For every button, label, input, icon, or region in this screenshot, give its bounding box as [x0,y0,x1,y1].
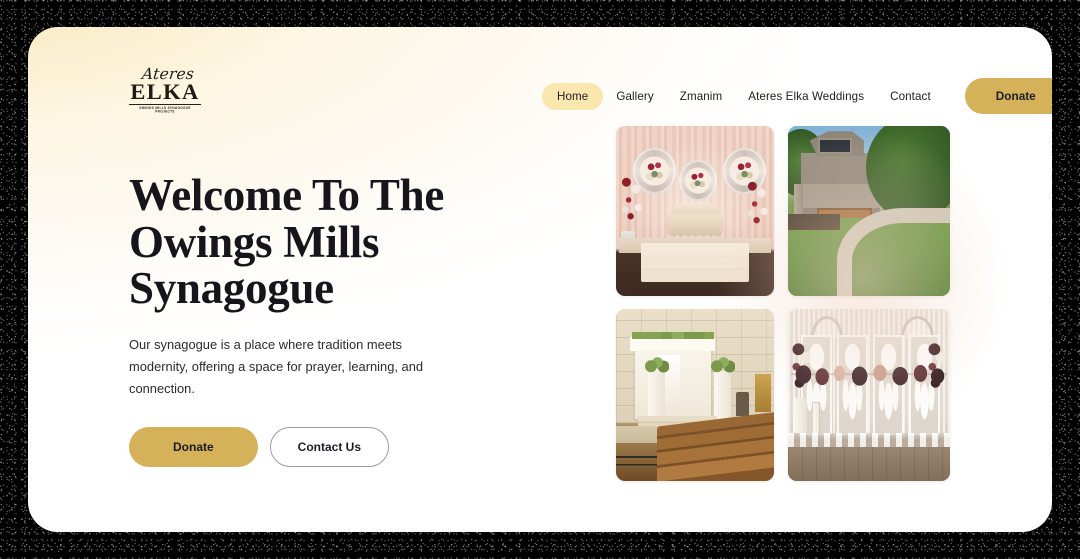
amud-lectern [755,374,771,413]
gallery-image-wedding-stage[interactable] [616,126,774,296]
device-frame: Ateres ELKA OWINGS MILLS SYNAGOGUE PROJE… [0,0,1080,559]
main-navigation: Home Gallery Zmanim Ateres Elka Weddings… [542,78,1052,114]
logo-wordmark: ELKA [130,78,200,104]
nav-donate-button[interactable]: Donate [964,78,1052,114]
kallah-sofa [668,203,722,234]
hero-donate-button[interactable]: Donate [129,427,258,468]
website-page: Ateres ELKA OWINGS MILLS SYNAGOGUE PROJE… [28,27,1052,532]
white-pillar [812,401,821,437]
gallery-image-synagogue-exterior[interactable] [788,126,950,296]
gable-window [818,137,852,155]
floral-garland [791,360,947,389]
hero-section: Welcome To The Owings Mills Synagogue Ou… [129,170,529,468]
chair [736,391,749,416]
garden-bed [788,214,840,230]
flower-branch-right [743,173,773,242]
site-logo[interactable]: Ateres ELKA OWINGS MILLS SYNAGOGUE PROJE… [129,65,201,114]
logo-script-text: Ateres [141,65,196,83]
nav-item-home[interactable]: Home [542,82,604,110]
wood-floor [788,446,950,481]
white-planter [792,398,808,433]
stage-steps [641,243,749,283]
hero-cta-row: Donate Contact Us [129,427,529,468]
hero-title: Welcome To The Owings Mills Synagogue [129,170,444,314]
site-header: Ateres ELKA OWINGS MILLS SYNAGOGUE PROJE… [28,27,1052,137]
nav-item-contact[interactable]: Contact [877,83,944,110]
nav-item-zmanim[interactable]: Zmanim [667,83,735,110]
nav-item-gallery[interactable]: Gallery [603,83,666,110]
gallery-image-sanctuary-interior[interactable] [616,309,774,481]
nav-item-weddings[interactable]: Ateres Elka Weddings [735,83,877,110]
hero-subtitle: Our synagogue is a place where tradition… [129,336,424,397]
aron-kodesh-structure [630,332,716,420]
hero-image-grid [616,126,950,486]
logo-subtitle: OWINGS MILLS SYNAGOGUE PROJECTS [139,104,191,114]
gallery-image-wedding-backdrop[interactable] [788,309,950,481]
floral-wreath-center [679,160,718,201]
greenery-garland [631,332,714,339]
hero-contact-button[interactable]: Contact Us [269,427,390,468]
flower-branch-left [617,170,647,239]
